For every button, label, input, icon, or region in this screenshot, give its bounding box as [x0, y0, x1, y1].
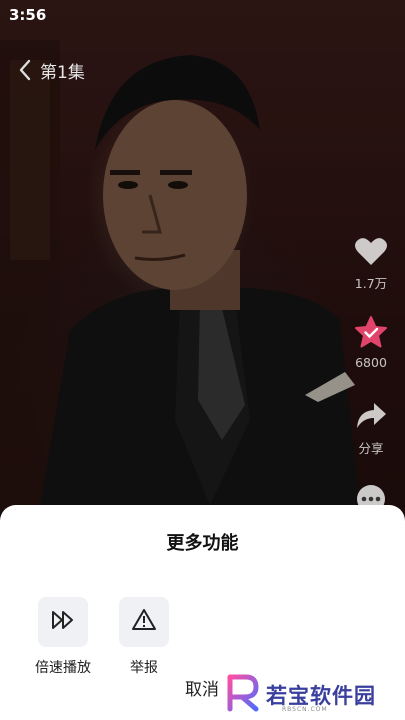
playback-speed-label: 倍速播放 — [35, 660, 91, 676]
like-count: 1.7万 — [354, 276, 388, 291]
report-tile[interactable] — [119, 597, 169, 647]
favorite-count: 6800 — [355, 355, 387, 370]
episode-title: 第1集 — [40, 62, 85, 83]
watermark: 若宝软件园 RBSCN.COM — [222, 670, 405, 720]
playback-speed-tile[interactable] — [38, 597, 88, 647]
chevron-left-icon — [18, 59, 32, 81]
playback-speed-icon — [50, 609, 76, 635]
favorite-button[interactable]: 6800 — [345, 316, 397, 370]
share-button[interactable]: 分享 — [345, 401, 397, 457]
report-option[interactable]: 举报 — [109, 597, 179, 677]
report-label: 举报 — [130, 660, 158, 676]
watermark-logo-icon — [222, 673, 262, 717]
status-time: 3:56 — [9, 6, 47, 24]
star-icon — [354, 316, 388, 351]
share-icon — [354, 401, 388, 434]
like-button[interactable]: 1.7万 — [345, 236, 397, 292]
cancel-button[interactable]: 取消 — [185, 675, 219, 700]
playback-speed-option[interactable]: 倍速播放 — [28, 597, 98, 677]
report-warning-icon — [131, 608, 157, 636]
watermark-sub: RBSCN.COM — [282, 706, 328, 713]
back-button[interactable]: 第1集 — [18, 55, 85, 85]
sheet-title: 更多功能 — [166, 533, 239, 554]
heart-icon — [354, 236, 388, 269]
share-label: 分享 — [358, 441, 384, 456]
